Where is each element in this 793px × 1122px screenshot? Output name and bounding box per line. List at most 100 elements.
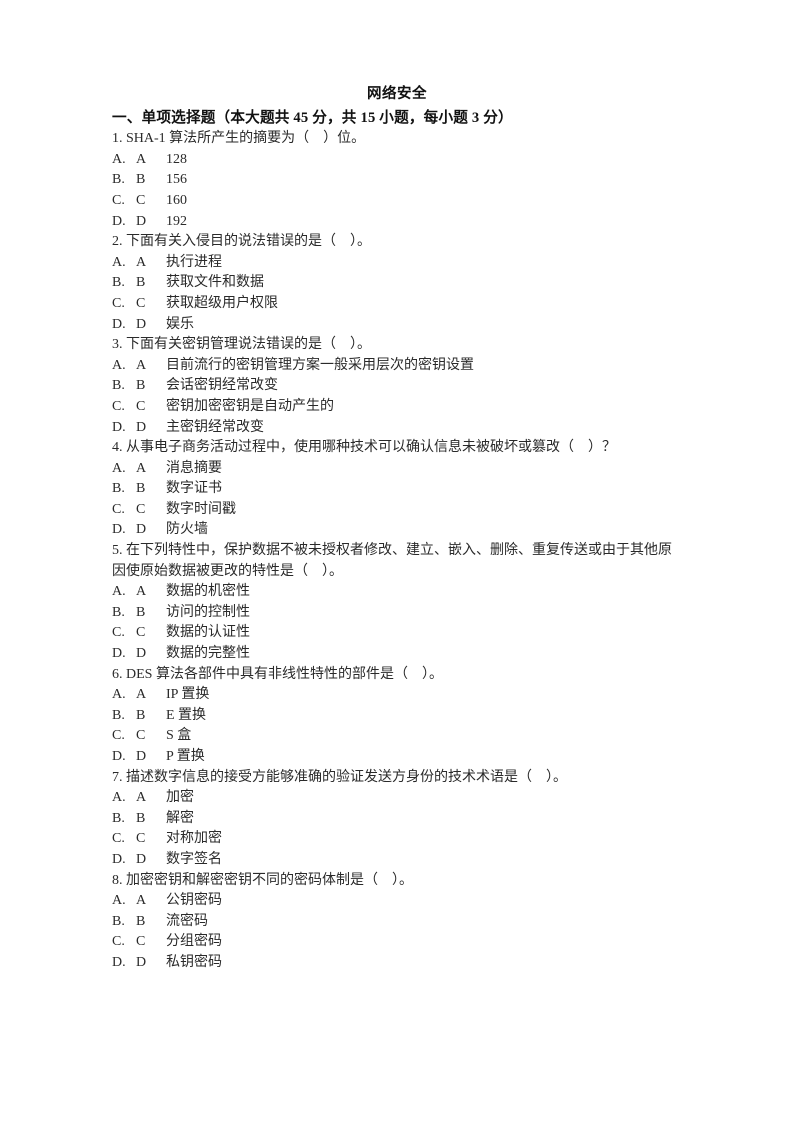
- option-row[interactable]: B. B 会话密钥经常改变: [112, 376, 682, 397]
- option-marker: A.: [112, 151, 126, 167]
- option-row[interactable]: D. D 防火墙: [112, 520, 682, 541]
- option-letter: B: [136, 604, 146, 620]
- question-number: 6.: [112, 666, 123, 682]
- option-letter: C: [136, 728, 146, 744]
- option-letter: D: [136, 954, 147, 970]
- option-letter: B: [136, 810, 146, 826]
- option-row[interactable]: A. A 消息摘要: [112, 459, 682, 480]
- option-marker: D.: [112, 522, 126, 538]
- option-letter: C: [136, 501, 146, 517]
- option-letter: B: [136, 378, 146, 394]
- option-text: 会话密钥经常改变: [166, 378, 278, 394]
- option-row[interactable]: D. D P 置换: [112, 747, 682, 768]
- question-text: 2. 下面有关入侵目的说法错误的是（ ）。: [112, 232, 682, 253]
- option-row[interactable]: B. B E 置换: [112, 706, 682, 727]
- option-row[interactable]: D. D 主密钥经常改变: [112, 418, 682, 439]
- question-text: 1. SHA-1 算法所产生的摘要为（ ）位。: [112, 129, 682, 150]
- option-row[interactable]: A. A 加密: [112, 788, 682, 809]
- option-text: 数据的认证性: [166, 625, 250, 641]
- option-marker: B.: [112, 913, 125, 929]
- option-letter: D: [136, 522, 147, 538]
- question-body: 下面有关入侵目的说法错误的是（ ）。: [126, 234, 371, 250]
- option-list: A. A IP 置换 B. B E 置换 C. C S 盒 D. D P 置换: [112, 685, 682, 767]
- question-text: 6. DES 算法各部件中具有非线性特性的部件是（ ）。: [112, 665, 682, 686]
- option-marker: A.: [112, 254, 126, 270]
- option-text: 获取超级用户权限: [166, 295, 278, 311]
- option-text: P 置换: [166, 749, 205, 764]
- option-text: 对称加密: [166, 831, 222, 847]
- option-marker: D.: [112, 646, 126, 662]
- option-letter: D: [136, 851, 147, 867]
- option-letter: A: [136, 584, 147, 600]
- option-marker: B.: [112, 172, 125, 188]
- option-letter: A: [136, 687, 147, 703]
- option-marker: B.: [112, 378, 125, 394]
- option-text: IP 置换: [166, 687, 210, 703]
- question-body: 从事电子商务活动过程中，使用哪种技术可以确认信息未被破坏或篡改（ ）？: [126, 440, 616, 456]
- question-text: 4. 从事电子商务活动过程中，使用哪种技术可以确认信息未被破坏或篡改（ ）？: [112, 438, 682, 459]
- option-marker: A.: [112, 584, 126, 600]
- option-row[interactable]: A. A 公钥密码: [112, 891, 682, 912]
- option-row[interactable]: B. B 访问的控制性: [112, 603, 682, 624]
- question-number: 7.: [112, 769, 123, 785]
- option-row[interactable]: C. C 密钥加密密钥是自动产生的: [112, 397, 682, 418]
- option-letter: C: [136, 295, 146, 311]
- option-text: 访问的控制性: [166, 604, 250, 620]
- option-row[interactable]: D. D 私钥密码: [112, 953, 682, 974]
- option-marker: D.: [112, 851, 126, 867]
- option-text: S 盒: [166, 728, 192, 744]
- option-marker: A.: [112, 687, 126, 703]
- option-letter: B: [136, 707, 146, 723]
- option-row[interactable]: D. D 数字签名: [112, 850, 682, 871]
- option-row[interactable]: D. D 娱乐: [112, 315, 682, 336]
- option-row[interactable]: A. A IP 置换: [112, 685, 682, 706]
- option-row[interactable]: B. B 数字证书: [112, 479, 682, 500]
- option-row[interactable]: D. D 192: [112, 212, 682, 233]
- option-list: A. A 公钥密码 B. B 流密码 C. C 分组密码 D. D 私钥密码: [112, 891, 682, 973]
- option-row[interactable]: B. B 解密: [112, 809, 682, 830]
- question-text: 7. 描述数字信息的接受方能够准确的验证发送方身份的技术术语是（ ）。: [112, 768, 682, 789]
- option-row[interactable]: D. D 数据的完整性: [112, 644, 682, 665]
- option-row[interactable]: A. A 数据的机密性: [112, 582, 682, 603]
- option-text: 密钥加密密钥是自动产生的: [166, 398, 334, 414]
- question-text: 5. 在下列特性中，保护数据不被未授权者修改、建立、嵌入、删除、重复传送或由于其…: [112, 541, 682, 582]
- option-text: E 置换: [166, 707, 207, 723]
- option-row[interactable]: C. C 数字时间戳: [112, 500, 682, 521]
- question-block: 2. 下面有关入侵目的说法错误的是（ ）。 A. A 执行进程 B. B 获取文件和数据 C.…: [112, 232, 682, 335]
- option-text: 数字时间戳: [166, 501, 236, 517]
- question-number: 8.: [112, 872, 123, 888]
- option-row[interactable]: C. C 获取超级用户权限: [112, 294, 682, 315]
- option-marker: C.: [112, 728, 125, 744]
- option-text: 公钥密码: [166, 893, 222, 909]
- question-block: 5. 在下列特性中，保护数据不被未授权者修改、建立、嵌入、删除、重复传送或由于其…: [112, 541, 682, 665]
- option-row[interactable]: C. C S 盒: [112, 726, 682, 747]
- option-marker: D.: [112, 213, 126, 229]
- option-row[interactable]: A. A 目前流行的密钥管理方案一般采用层次的密钥设置: [112, 356, 682, 377]
- option-row[interactable]: B. B 流密码: [112, 912, 682, 933]
- option-row[interactable]: A. A 执行进程: [112, 253, 682, 274]
- option-marker: D.: [112, 749, 126, 764]
- option-text: 数据的机密性: [166, 584, 250, 600]
- option-marker: A.: [112, 357, 126, 373]
- option-text: 目前流行的密钥管理方案一般采用层次的密钥设置: [166, 357, 474, 373]
- option-list: A. A 消息摘要 B. B 数字证书 C. C 数字时间戳 D. D 防火墙: [112, 459, 682, 541]
- option-row[interactable]: C. C 数据的认证性: [112, 623, 682, 644]
- option-marker: B.: [112, 810, 125, 826]
- option-letter: C: [136, 831, 146, 847]
- question-block: 1. SHA-1 算法所产生的摘要为（ ）位。 A. A 128 B. B 156 C. C 16…: [112, 129, 682, 232]
- option-row[interactable]: B. B 获取文件和数据: [112, 273, 682, 294]
- question-number: 4.: [112, 440, 123, 456]
- option-letter: B: [136, 913, 146, 929]
- option-letter: D: [136, 316, 147, 332]
- option-row[interactable]: C. C 对称加密: [112, 829, 682, 850]
- option-list: A. A 执行进程 B. B 获取文件和数据 C. C 获取超级用户权限 D. D 娱乐: [112, 253, 682, 335]
- option-marker: D.: [112, 954, 126, 970]
- option-row[interactable]: C. C 分组密码: [112, 932, 682, 953]
- option-row[interactable]: A. A 128: [112, 150, 682, 171]
- question-number: 2.: [112, 234, 123, 250]
- question-list: 1. SHA-1 算法所产生的摘要为（ ）位。 A. A 128 B. B 156 C. C 16…: [112, 129, 682, 973]
- option-row[interactable]: C. C 160: [112, 191, 682, 212]
- option-letter: D: [136, 749, 147, 764]
- option-row[interactable]: B. B 156: [112, 170, 682, 191]
- option-marker: A.: [112, 790, 126, 806]
